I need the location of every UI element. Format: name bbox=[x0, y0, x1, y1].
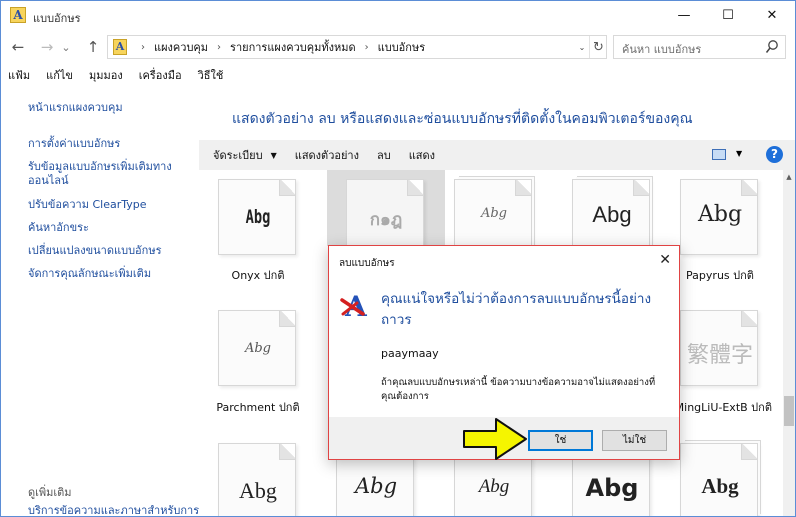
font-settings-link[interactable]: การตั้งค่าแบบอักษร bbox=[28, 137, 188, 151]
font-sample: Abg bbox=[239, 478, 277, 503]
refresh-icon[interactable]: ↻ bbox=[589, 36, 607, 58]
no-button[interactable]: ไม่ใช่ bbox=[602, 430, 667, 451]
recent-locations-chevron-icon[interactable]: ⌄ bbox=[59, 37, 73, 57]
search-input[interactable]: ค้นหา แบบอักษร bbox=[613, 35, 786, 59]
font-sample: Abg bbox=[245, 206, 271, 228]
change-font-size-link[interactable]: เปลี่ยนแปลงขนาดแบบอักษร bbox=[28, 244, 188, 258]
font-tile-parchment[interactable]: Abg Parchment ปกติ bbox=[199, 301, 317, 419]
font-tile[interactable]: Abg bbox=[199, 434, 317, 516]
font-sample: 繁體字 bbox=[686, 343, 753, 368]
preview-button[interactable]: แสดงตัวอย่าง bbox=[295, 146, 359, 164]
scroll-thumb[interactable] bbox=[784, 396, 794, 426]
forward-arrow-icon[interactable]: → bbox=[37, 37, 57, 57]
close-window-button[interactable]: ✕ bbox=[749, 1, 795, 30]
font-preview-page: Abg bbox=[680, 443, 758, 516]
font-sample: Abg bbox=[697, 202, 743, 227]
menu-bar: แฟ้ม แก้ไข มุมมอง เครื่องมือ วิธีใช้ bbox=[1, 65, 795, 85]
font-sample: Abg bbox=[354, 474, 398, 498]
font-tile[interactable]: Abg bbox=[435, 170, 553, 255]
breadcrumb-control-panel[interactable]: แผงควบคุม bbox=[154, 38, 208, 56]
font-sample: Abg bbox=[701, 474, 739, 498]
breadcrumb-separator-icon: › bbox=[141, 41, 145, 53]
organize-label: จัดระเบียบ bbox=[213, 149, 263, 162]
font-preview-page: Abg bbox=[680, 179, 758, 255]
dialog-info-text: ถ้าคุณลบแบบอักษรเหล่านี้ ข้อความบางข้อคว… bbox=[381, 377, 656, 402]
font-tile[interactable]: Abg bbox=[553, 170, 671, 255]
font-preview-page: Abg bbox=[218, 443, 296, 516]
minimize-button[interactable]: — bbox=[661, 1, 707, 30]
page-title: แสดงตัวอย่าง ลบ หรือแสดงและซ่อนแบบอักษรท… bbox=[232, 111, 693, 127]
fonts-folder-icon: A bbox=[113, 39, 127, 55]
breadcrumb-all-items[interactable]: รายการแผงควบคุมทั้งหมด bbox=[230, 38, 356, 56]
delete-font-icon: A bbox=[340, 290, 368, 320]
address-dropdown-icon[interactable]: ⌄ bbox=[575, 36, 589, 58]
text-services-link[interactable]: บริการข้อความและภาษาสำหรับการ bbox=[28, 504, 199, 516]
search-icon bbox=[765, 40, 778, 53]
dialog-font-name: paaymaay bbox=[381, 347, 439, 360]
font-preview-page: Abg bbox=[454, 179, 532, 255]
organize-caret-icon: ▼ bbox=[270, 150, 277, 160]
font-sample: ก๑ฎ bbox=[369, 210, 403, 230]
font-preview-page: ก๑ฎ bbox=[346, 179, 424, 255]
font-preview-page: 繁體字 bbox=[680, 310, 758, 386]
back-arrow-icon[interactable]: ← bbox=[8, 37, 28, 57]
breadcrumb-fonts[interactable]: แบบอักษร bbox=[378, 38, 425, 56]
window-title: แบบอักษร bbox=[33, 12, 81, 25]
breadcrumb-separator-icon[interactable]: › bbox=[365, 42, 369, 53]
get-more-fonts-link[interactable]: รับข้อมูลแบบอักษรเพิ่มเติมทางออนไลน์ bbox=[28, 160, 178, 188]
adjust-cleartype-link[interactable]: ปรับข้อความ ClearType bbox=[28, 198, 188, 212]
dialog-close-icon[interactable]: ✕ bbox=[659, 252, 671, 268]
left-task-pane: หน้าแรกแผงควบคุม การตั้งค่าแบบอักษร รับข… bbox=[1, 87, 199, 516]
font-sample: Abg bbox=[244, 341, 272, 356]
menu-view[interactable]: มุมมอง bbox=[89, 66, 123, 84]
font-sample: Abg bbox=[478, 476, 510, 497]
fonts-window: A แบบอักษร — ☐ ✕ ← → ⌄ ↑ A › แผงควบคุม ›… bbox=[0, 0, 796, 517]
breadcrumb-separator-icon[interactable]: › bbox=[217, 42, 221, 53]
yes-button[interactable]: ใช่ bbox=[528, 430, 593, 451]
font-label: Onyx ปกติ bbox=[231, 269, 285, 282]
command-toolbar: จัดระเบียบ ▼ แสดงตัวอย่าง ลบ แสดง ▼ ? bbox=[199, 140, 795, 170]
navigation-bar: ← → ⌄ ↑ A › แผงควบคุม › รายการแผงควบคุมท… bbox=[1, 33, 795, 61]
font-tile-selected[interactable]: ก๑ฎ bbox=[327, 170, 445, 255]
see-also-heading: ดูเพิ่มเติม bbox=[28, 486, 72, 499]
breadcrumb: › แผงควบคุม › รายการแผงควบคุมทั้งหมด › แ… bbox=[132, 36, 425, 58]
view-options-caret-icon[interactable]: ▼ bbox=[736, 149, 742, 158]
font-sample: Abg bbox=[585, 474, 639, 502]
menu-file[interactable]: แฟ้ม bbox=[8, 66, 30, 84]
vertical-scrollbar[interactable]: ▲ bbox=[783, 170, 795, 516]
font-sample: Abg bbox=[480, 206, 508, 221]
up-arrow-icon[interactable]: ↑ bbox=[83, 37, 103, 57]
organize-button[interactable]: จัดระเบียบ ▼ bbox=[213, 146, 277, 164]
find-character-link[interactable]: ค้นหาอักขระ bbox=[28, 221, 188, 235]
help-icon[interactable]: ? bbox=[766, 146, 783, 163]
address-bar[interactable]: A › แผงควบคุม › รายการแผงควบคุมทั้งหมด ›… bbox=[107, 35, 607, 59]
show-button[interactable]: แสดง bbox=[409, 146, 435, 164]
fonts-app-icon: A bbox=[10, 7, 26, 23]
change-view-icon[interactable] bbox=[712, 149, 726, 160]
delete-button[interactable]: ลบ bbox=[377, 146, 391, 164]
font-sample: Abg bbox=[592, 202, 632, 227]
font-preview-page: Abg bbox=[572, 179, 650, 255]
font-tile-onyx[interactable]: Abg Onyx ปกติ bbox=[199, 170, 317, 288]
font-preview-page: Abg bbox=[218, 179, 296, 255]
maximize-button[interactable]: ☐ bbox=[705, 1, 751, 30]
dialog-title: ลบแบบอักษร bbox=[339, 258, 395, 269]
manage-optional-features-link[interactable]: จัดการคุณลักษณะเพิ่มเติม bbox=[28, 267, 188, 281]
dialog-question: คุณแน่ใจหรือไม่ว่าต้องการลบแบบอักษรนี้อย… bbox=[381, 291, 652, 328]
yellow-pointer-arrow-icon bbox=[463, 418, 527, 460]
scroll-up-icon[interactable]: ▲ bbox=[783, 170, 795, 184]
menu-edit[interactable]: แก้ไข bbox=[46, 66, 73, 84]
control-panel-home-link[interactable]: หน้าแรกแผงควบคุม bbox=[28, 101, 188, 115]
search-placeholder: ค้นหา แบบอักษร bbox=[622, 43, 702, 56]
title-bar: A แบบอักษร — ☐ ✕ bbox=[1, 1, 795, 30]
menu-help[interactable]: วิธีใช้ bbox=[198, 66, 224, 84]
font-label: Parchment ปกติ bbox=[216, 401, 300, 414]
menu-tools[interactable]: เครื่องมือ bbox=[139, 66, 182, 84]
font-preview-page: Abg bbox=[218, 310, 296, 386]
